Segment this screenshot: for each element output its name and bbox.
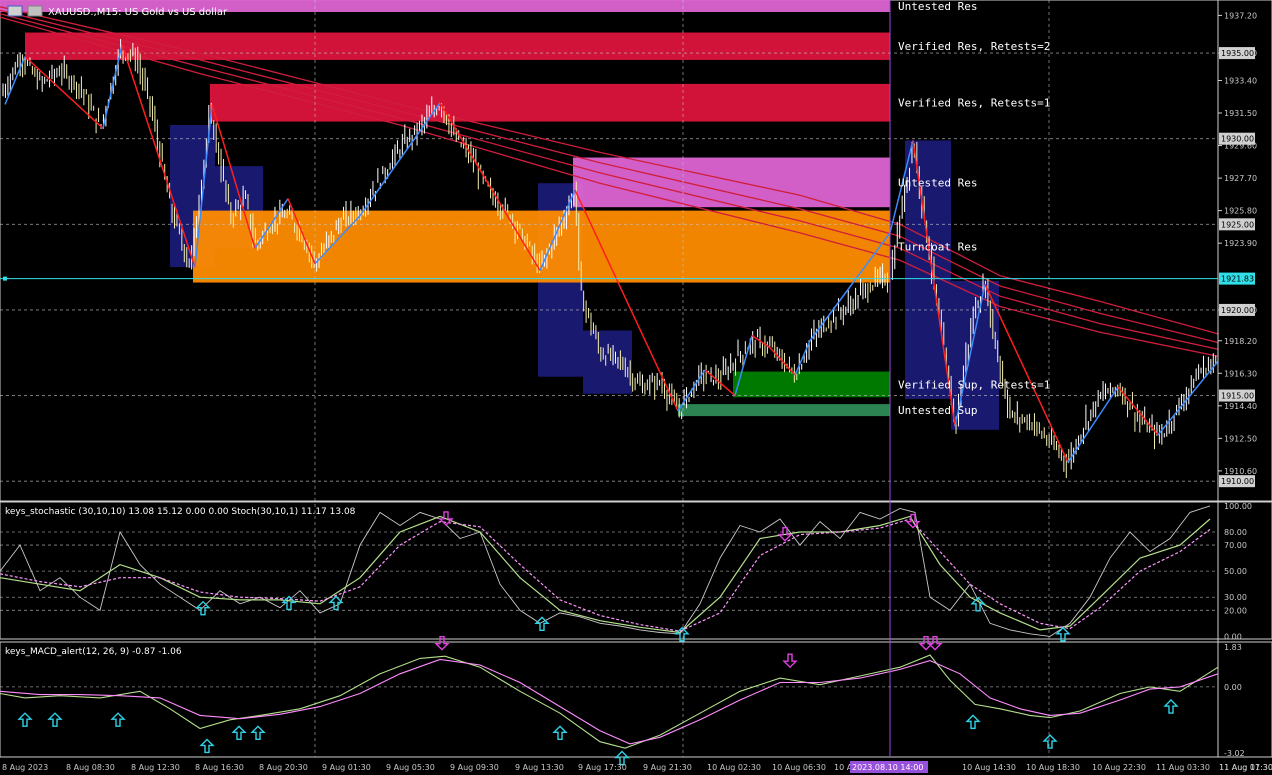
price-tick-label: 1916.30 — [1224, 369, 1257, 378]
time-tick-label: 9 Aug 09:30 — [450, 763, 499, 772]
sr-zone — [573, 157, 890, 208]
sr-zone — [678, 404, 890, 417]
crosshair-time-text: 2023.08.10 14:00 — [852, 763, 923, 772]
stochastic-tick-label: 80.00 — [1224, 528, 1247, 537]
stochastic-tick-label: 50.00 — [1224, 567, 1247, 576]
time-tick-label: 9 Aug 17:30 — [578, 763, 627, 772]
time-tick-label: 10 A — [834, 763, 853, 772]
time-tick-label: 10 Aug 14:30 — [962, 763, 1016, 772]
chart-title: XAUUSD.,M15: US Gold vs US dollar — [48, 7, 228, 18]
price-level-tag-text: 1920.00 — [1221, 306, 1254, 315]
trading-chart[interactable]: Untested Res Verified Res, Retests=2 Verif… — [0, 0, 1272, 775]
price-tick-label: 1910.60 — [1224, 467, 1257, 476]
time-tick-label: 9 Aug 05:30 — [386, 763, 435, 772]
zone-label: Verified Res, Retests=2 — [898, 40, 1050, 53]
time-tick-label: 9 Aug 13:30 — [515, 763, 564, 772]
stochastic-tick-label: 20.00 — [1224, 606, 1247, 615]
time-tick-label: 8 Aug 2023 — [2, 763, 48, 772]
price-tick-label: 1933.40 — [1224, 76, 1257, 85]
stochastic-tick-label: 100.00 — [1224, 502, 1252, 511]
time-tick-label: 9 Aug 21:30 — [643, 763, 692, 772]
zone-label: Untested Sup — [898, 404, 977, 417]
macd-label: keys_MACD_alert(12, 26, 9) -0.87 -1.06 — [5, 647, 182, 657]
price-tick-label: 1914.40 — [1224, 402, 1257, 411]
price-tick-label: 1937.20 — [1224, 11, 1257, 20]
time-tick-label: 11 Aug 03:30 — [1156, 763, 1210, 772]
price-level-tag-text: 1935.00 — [1221, 49, 1254, 58]
price-level-tag-text: 1915.00 — [1221, 392, 1254, 401]
macd-tick-label: 1.83 — [1224, 643, 1242, 652]
price-level-tag-text: 1925.00 — [1221, 220, 1254, 229]
zone-label: Untested Res — [898, 0, 977, 13]
zone-label: Verified Sup, Retests=1 — [898, 378, 1050, 391]
time-tick-label: 8 Aug 08:30 — [66, 763, 115, 772]
zone-label: Verified Res, Retests=1 — [898, 97, 1050, 110]
zone-label: Untested Res — [898, 176, 977, 189]
stochastic-label: keys_stochastic (30,10,10) 13.08 15.12 0… — [5, 507, 356, 517]
stochastic-tick-label: 0.00 — [1224, 632, 1242, 641]
price-tick-label: 1912.50 — [1224, 434, 1257, 443]
time-tick-label: 8 Aug 16:30 — [195, 763, 244, 772]
price-level-tag-text: 1930.00 — [1221, 135, 1254, 144]
current-price-handle[interactable] — [3, 276, 7, 281]
time-tick-label: 11 Aug 11:30 — [1219, 763, 1272, 772]
swing-highlight-box — [583, 330, 632, 394]
price-tick-label: 1923.90 — [1224, 239, 1257, 248]
time-tick-label: 8 Aug 20:30 — [259, 763, 308, 772]
time-tick-label: 9 Aug 01:30 — [322, 763, 371, 772]
instrument-icon — [27, 5, 43, 17]
window-icon — [7, 5, 23, 17]
time-tick-label: 10 Aug 22:30 — [1092, 763, 1146, 772]
price-level-tag-text: 1910.00 — [1221, 477, 1254, 486]
time-tick-label: 10 Aug 18:30 — [1026, 763, 1080, 772]
sr-zone — [733, 371, 890, 398]
stochastic-tick-label: 30.00 — [1224, 593, 1247, 602]
price-level-tag-text: 1921.83 — [1221, 275, 1254, 284]
macd-tick-label: -3.02 — [1224, 749, 1245, 758]
price-tick-label: 1918.20 — [1224, 337, 1257, 346]
time-tick-label: 8 Aug 12:30 — [131, 763, 180, 772]
chart-header: XAUUSD.,M15: US Gold vs US dollar — [7, 5, 228, 18]
stochastic-tick-label: 70.00 — [1224, 541, 1247, 550]
time-tick-label: 10 Aug 06:30 — [772, 763, 826, 772]
time-tick-label: 10 Aug 02:30 — [707, 763, 761, 772]
price-tick-label: 1925.80 — [1224, 207, 1257, 216]
price-tick-label: 1931.50 — [1224, 109, 1257, 118]
sr-zone — [25, 32, 890, 60]
zone-label: Turncoat Res — [898, 241, 977, 254]
macd-tick-label: 0.00 — [1224, 683, 1242, 692]
price-tick-label: 1927.70 — [1224, 174, 1257, 183]
